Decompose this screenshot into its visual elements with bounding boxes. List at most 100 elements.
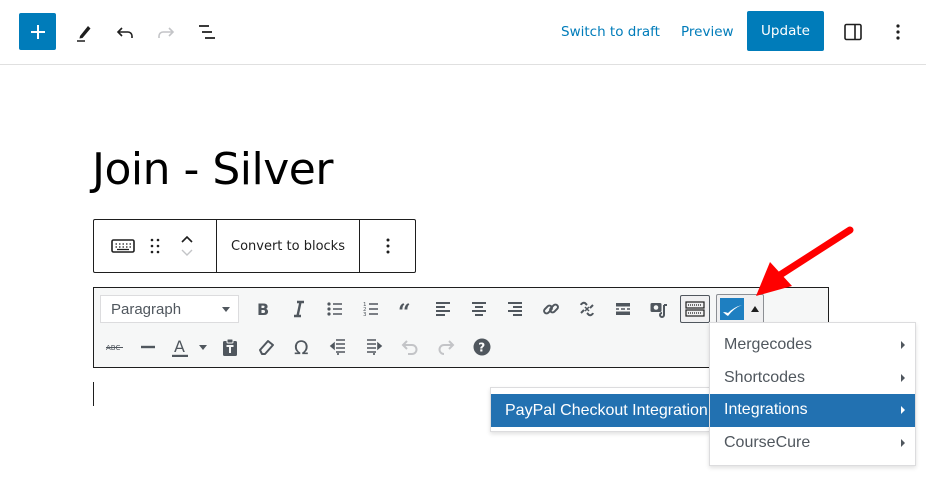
special-character-button[interactable]: Ω bbox=[284, 332, 320, 362]
svg-text:B: B bbox=[257, 300, 269, 319]
submenu-item-label: PayPal Checkout Integration bbox=[505, 401, 708, 419]
align-center-icon bbox=[472, 302, 486, 316]
menu-item-mergecodes[interactable]: Mergecodes bbox=[710, 329, 915, 362]
svg-text:?: ? bbox=[478, 341, 485, 355]
numbered-list-button[interactable]: 123 bbox=[353, 294, 389, 324]
menu-item-integrations[interactable]: Integrations bbox=[710, 394, 915, 427]
caret-right-icon bbox=[901, 373, 905, 382]
horizontal-line-icon bbox=[141, 345, 155, 349]
media-icon bbox=[650, 303, 667, 318]
help-icon: ? bbox=[473, 338, 491, 356]
align-left-button[interactable] bbox=[425, 294, 461, 324]
post-title[interactable]: Join - Silver bbox=[92, 144, 333, 195]
caret-down-icon bbox=[222, 306, 230, 312]
menu-item-shortcodes[interactable]: Shortcodes bbox=[710, 362, 915, 395]
unlink-icon bbox=[580, 301, 594, 317]
preview-button[interactable]: Preview bbox=[681, 12, 734, 52]
align-left-icon bbox=[436, 302, 450, 316]
add-media-button[interactable] bbox=[641, 294, 677, 324]
block-toolbar: Convert to blocks bbox=[93, 219, 416, 273]
caret-right-icon bbox=[901, 438, 905, 447]
toolbar-toggle-icon bbox=[685, 301, 705, 317]
italic-button[interactable] bbox=[281, 294, 317, 324]
link-icon bbox=[543, 303, 559, 315]
align-right-button[interactable] bbox=[497, 294, 533, 324]
increase-indent-button[interactable] bbox=[356, 332, 392, 362]
strikethrough-button[interactable]: ABC bbox=[100, 332, 130, 362]
bold-icon: B bbox=[257, 300, 269, 319]
bold-button[interactable]: B bbox=[245, 294, 281, 324]
redo-editor-button[interactable] bbox=[428, 332, 464, 362]
add-block-button[interactable] bbox=[19, 13, 56, 50]
plugin-menu-button[interactable] bbox=[716, 294, 764, 324]
undo-button[interactable] bbox=[107, 12, 143, 52]
menu-item-label: Shortcodes bbox=[724, 368, 805, 386]
keyboard-shortcuts-button[interactable]: ? bbox=[464, 332, 500, 362]
list-view-button[interactable] bbox=[189, 12, 225, 52]
caret-right-icon bbox=[901, 406, 905, 415]
more-vertical-icon bbox=[386, 238, 389, 254]
toolbar-row-1: Paragraph B 123 “ bbox=[100, 294, 764, 324]
undo-icon bbox=[401, 340, 418, 355]
caret-up-icon bbox=[751, 306, 759, 312]
horizontal-line-button[interactable] bbox=[130, 332, 166, 362]
chevron-up-icon[interactable] bbox=[179, 232, 195, 246]
more-vertical-icon bbox=[896, 24, 900, 40]
switch-to-draft-button[interactable]: Switch to draft bbox=[561, 12, 660, 52]
options-button[interactable] bbox=[880, 12, 916, 52]
menu-item-coursecure[interactable]: CourseCure bbox=[710, 427, 915, 460]
text-color-icon: A bbox=[172, 337, 188, 357]
tools-button[interactable] bbox=[66, 12, 102, 52]
omega-icon: Ω bbox=[294, 337, 309, 357]
undo-editor-button[interactable] bbox=[392, 332, 428, 362]
format-select[interactable]: Paragraph bbox=[100, 295, 239, 323]
convert-to-blocks-button[interactable]: Convert to blocks bbox=[217, 220, 360, 272]
redo-button[interactable] bbox=[148, 12, 184, 52]
mover bbox=[172, 232, 202, 260]
menu-item-label: Mergecodes bbox=[724, 336, 813, 354]
blockquote-button[interactable]: “ bbox=[389, 294, 425, 324]
svg-text:3: 3 bbox=[363, 312, 367, 318]
plugin-dropdown-menu: Mergecodes Shortcodes Integrations Cours… bbox=[709, 322, 916, 466]
block-type-button[interactable] bbox=[110, 238, 136, 254]
read-more-icon bbox=[616, 303, 630, 315]
caret-right-icon bbox=[901, 341, 905, 350]
bulleted-list-button[interactable] bbox=[317, 294, 353, 324]
insert-link-button[interactable] bbox=[533, 294, 569, 324]
paste-as-text-button[interactable] bbox=[212, 332, 248, 362]
paste-text-icon bbox=[223, 338, 237, 356]
editor-header: Switch to draft Preview Update bbox=[0, 0, 926, 65]
block-controls bbox=[94, 220, 217, 272]
text-color-button[interactable]: A bbox=[166, 332, 194, 362]
update-button[interactable]: Update bbox=[747, 11, 824, 51]
clear-formatting-button[interactable] bbox=[248, 332, 284, 362]
drag-handle-icon bbox=[150, 238, 160, 254]
menu-item-label: CourseCure bbox=[724, 433, 811, 451]
bulleted-list-icon bbox=[327, 302, 342, 316]
align-center-button[interactable] bbox=[461, 294, 497, 324]
submenu-item-paypal[interactable]: PayPal Checkout Integration bbox=[491, 394, 709, 427]
settings-button[interactable] bbox=[835, 12, 871, 52]
keyboard-icon bbox=[111, 239, 135, 253]
pencil-icon bbox=[77, 26, 91, 42]
sidebar-toggle-icon bbox=[844, 23, 862, 41]
drag-handle[interactable] bbox=[138, 237, 172, 255]
toolbar-toggle-button[interactable] bbox=[680, 295, 710, 323]
decrease-indent-button[interactable] bbox=[320, 332, 356, 362]
text-color-dropdown[interactable] bbox=[194, 332, 212, 362]
blockquote-icon: “ bbox=[398, 300, 411, 319]
svg-text:A: A bbox=[174, 337, 185, 356]
align-right-icon bbox=[508, 302, 522, 316]
plus-icon bbox=[30, 24, 45, 39]
block-options-button[interactable] bbox=[360, 220, 415, 272]
svg-text:“: “ bbox=[398, 300, 411, 319]
caret-down-icon bbox=[199, 344, 207, 350]
text-cursor bbox=[93, 382, 94, 406]
chevron-down-icon[interactable] bbox=[179, 246, 195, 260]
redo-icon bbox=[158, 27, 175, 38]
strikethrough-icon: ABC bbox=[106, 344, 123, 352]
list-view-icon bbox=[199, 25, 215, 39]
numbered-list-icon: 123 bbox=[363, 302, 378, 318]
remove-link-button[interactable] bbox=[569, 294, 605, 324]
read-more-button[interactable] bbox=[605, 294, 641, 324]
